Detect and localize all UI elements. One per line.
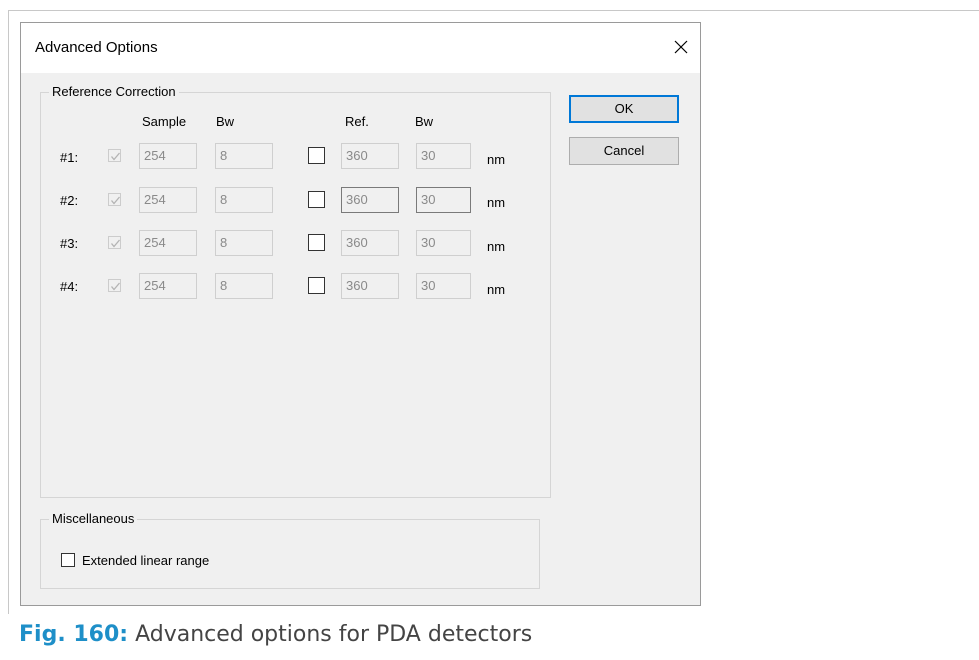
close-icon bbox=[674, 40, 688, 54]
reference-bandwidth-field[interactable]: 30 bbox=[416, 143, 471, 169]
unit-label: nm bbox=[487, 195, 506, 210]
document-frame-top bbox=[8, 10, 979, 11]
row-label: #1: bbox=[60, 150, 79, 165]
sample-checkbox-disabled bbox=[108, 193, 121, 206]
reference-checkbox[interactable] bbox=[308, 234, 325, 251]
check-icon bbox=[111, 152, 120, 161]
ref-bw-header: Bw bbox=[415, 114, 434, 129]
row-label: #4: bbox=[60, 279, 79, 294]
check-icon bbox=[111, 239, 120, 248]
miscellaneous-label: Miscellaneous bbox=[49, 511, 138, 527]
sample-header: Sample bbox=[142, 114, 187, 129]
sample-checkbox-disabled bbox=[108, 149, 121, 162]
document-frame-left bbox=[8, 10, 9, 614]
row-label: #2: bbox=[60, 193, 79, 208]
sample-wavelength-field[interactable]: 254 bbox=[139, 187, 197, 213]
sample-wavelength-field[interactable]: 254 bbox=[139, 230, 197, 256]
row-label: #3: bbox=[60, 236, 79, 251]
extended-linear-range-label[interactable]: Extended linear range bbox=[82, 553, 209, 568]
reference-bandwidth-field[interactable]: 30 bbox=[416, 273, 471, 299]
unit-label: nm bbox=[487, 152, 506, 167]
check-icon bbox=[111, 282, 120, 291]
sample-wavelength-field[interactable]: 254 bbox=[139, 273, 197, 299]
dialog-title: Advanced Options bbox=[35, 39, 158, 56]
reference-bandwidth-field[interactable]: 30 bbox=[416, 187, 471, 213]
sample-wavelength-field[interactable]: 254 bbox=[139, 143, 197, 169]
title-bar: Advanced Options bbox=[21, 23, 700, 73]
ref-header: Ref. bbox=[345, 114, 369, 129]
reference-wavelength-field[interactable]: 360 bbox=[341, 230, 399, 256]
reference-wavelength-field[interactable]: 360 bbox=[341, 143, 399, 169]
reference-checkbox[interactable] bbox=[308, 147, 325, 164]
reference-correction-label: Reference Correction bbox=[49, 84, 179, 100]
unit-label: nm bbox=[487, 239, 506, 254]
sample-bw-header: Bw bbox=[216, 114, 235, 129]
sample-bandwidth-field[interactable]: 8 bbox=[215, 230, 273, 256]
ok-button[interactable]: OK bbox=[569, 95, 679, 123]
sample-bandwidth-field[interactable]: 8 bbox=[215, 187, 273, 213]
reference-bandwidth-field[interactable]: 30 bbox=[416, 230, 471, 256]
extended-linear-range-checkbox[interactable] bbox=[61, 553, 75, 567]
sample-checkbox-disabled bbox=[108, 236, 121, 249]
reference-checkbox[interactable] bbox=[308, 191, 325, 208]
close-button[interactable] bbox=[666, 32, 696, 62]
reference-wavelength-field[interactable]: 360 bbox=[341, 187, 399, 213]
sample-bandwidth-field[interactable]: 8 bbox=[215, 143, 273, 169]
check-icon bbox=[111, 196, 120, 205]
reference-wavelength-field[interactable]: 360 bbox=[341, 273, 399, 299]
figure-number: Fig. 160: bbox=[19, 622, 129, 647]
unit-label: nm bbox=[487, 282, 506, 297]
figure-caption: Fig. 160: Advanced options for PDA detec… bbox=[19, 622, 532, 647]
reference-checkbox[interactable] bbox=[308, 277, 325, 294]
cancel-button[interactable]: Cancel bbox=[569, 137, 679, 165]
sample-checkbox-disabled bbox=[108, 279, 121, 292]
figure-caption-text: Advanced options for PDA detectors bbox=[135, 622, 533, 647]
advanced-options-dialog: Advanced Options Reference Correction Sa… bbox=[20, 22, 701, 606]
sample-bandwidth-field[interactable]: 8 bbox=[215, 273, 273, 299]
